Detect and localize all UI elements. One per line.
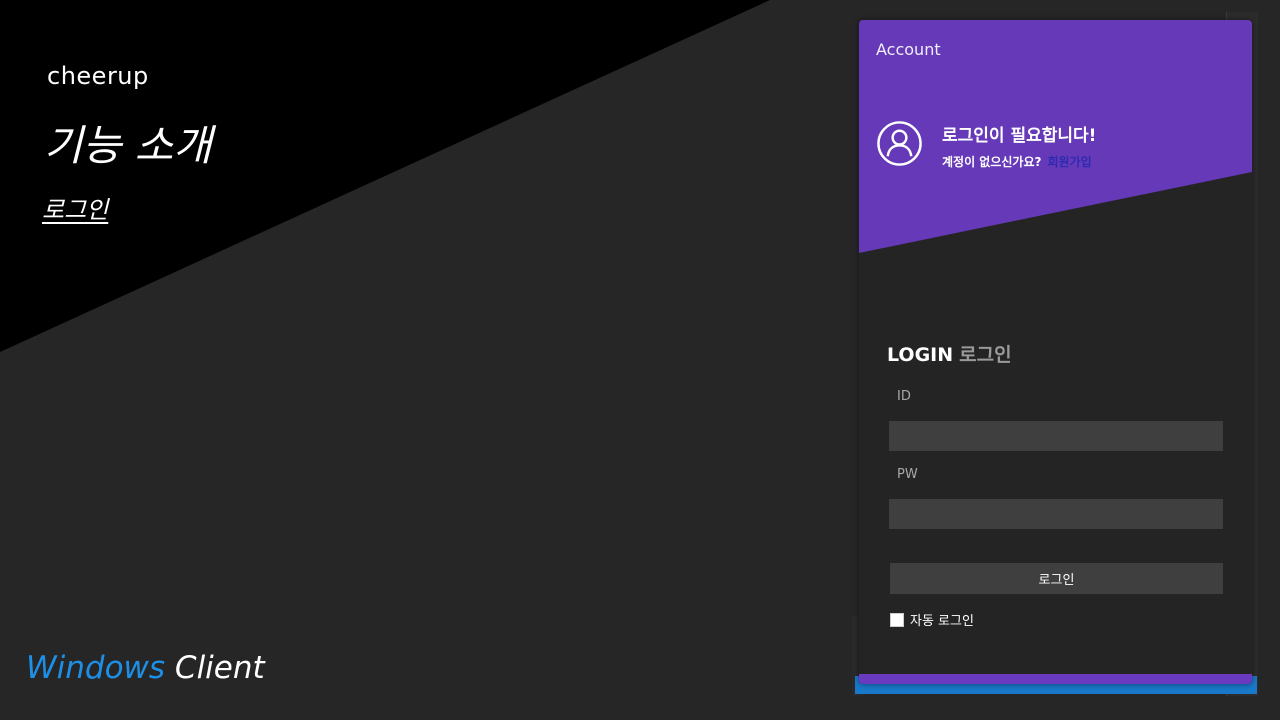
panel-title: Account: [876, 40, 941, 59]
login-button[interactable]: 로그인: [890, 563, 1223, 594]
pw-label: PW: [897, 467, 918, 482]
id-input[interactable]: [889, 421, 1223, 451]
login-heading: LOGIN 로그인: [887, 340, 1012, 367]
login-required-message: 로그인이 필요합니다!: [942, 126, 1097, 146]
auto-login-label: 자동 로그인: [910, 614, 974, 629]
id-label: ID: [897, 389, 911, 404]
platform-label-rest: Client: [174, 650, 265, 686]
account-panel: Account 로그인이 필요합니다! 계정이 없으신가요? 회원가입 LOGIN…: [859, 20, 1252, 684]
slide-title: 기능 소개: [44, 121, 212, 170]
platform-label-accent: Windows: [26, 650, 166, 686]
no-account-line: 계정이 없으신가요? 회원가입: [942, 153, 1092, 170]
pw-input[interactable]: [889, 499, 1223, 529]
platform-label: Windows Client: [26, 650, 265, 686]
slide-subtitle: 로그인: [42, 196, 109, 224]
auto-login-option[interactable]: 자동 로그인: [890, 610, 974, 629]
signup-link[interactable]: 회원가입: [1047, 155, 1091, 169]
login-heading-ko: 로그인: [959, 344, 1012, 366]
user-circle-icon: [877, 121, 922, 166]
auto-login-checkbox[interactable]: [890, 612, 904, 627]
login-heading-en: LOGIN: [887, 344, 954, 366]
brand-logo-text: cheerup: [47, 62, 149, 90]
no-account-question: 계정이 없으신가요?: [942, 155, 1042, 169]
panel-footer-bar: [859, 674, 1252, 684]
